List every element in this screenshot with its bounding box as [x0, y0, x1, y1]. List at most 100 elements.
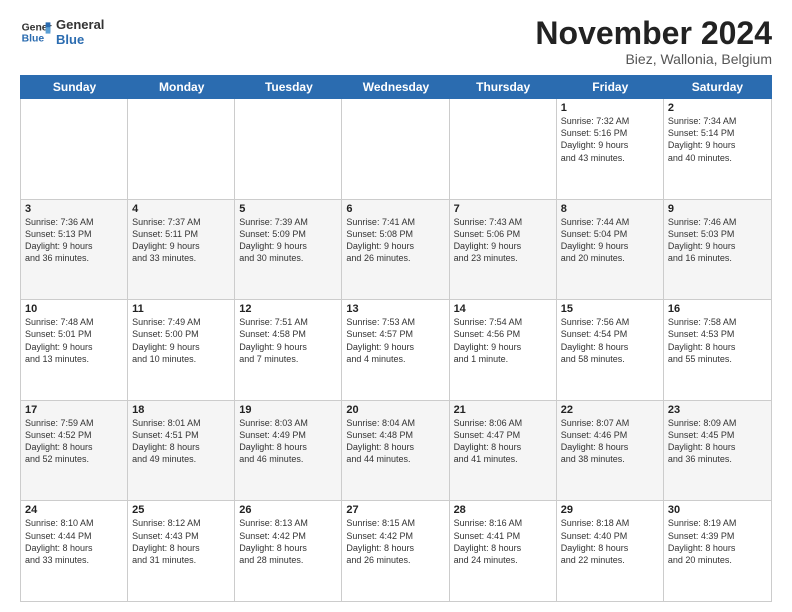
day-number: 24 — [25, 504, 123, 516]
day-info: Sunrise: 7:41 AM Sunset: 5:08 PM Dayligh… — [346, 216, 444, 265]
cal-cell-r2-c0: 10Sunrise: 7:48 AM Sunset: 5:01 PM Dayli… — [21, 300, 128, 400]
day-number: 16 — [668, 303, 767, 315]
header: General Blue General Blue November 2024 … — [20, 16, 772, 67]
day-info: Sunrise: 7:44 AM Sunset: 5:04 PM Dayligh… — [561, 216, 659, 265]
cal-row-1: 3Sunrise: 7:36 AM Sunset: 5:13 PM Daylig… — [21, 200, 771, 301]
calendar-header: Sunday Monday Tuesday Wednesday Thursday… — [20, 75, 772, 99]
cal-cell-r2-c4: 14Sunrise: 7:54 AM Sunset: 4:56 PM Dayli… — [450, 300, 557, 400]
day-number: 27 — [346, 504, 444, 516]
cal-cell-r3-c0: 17Sunrise: 7:59 AM Sunset: 4:52 PM Dayli… — [21, 401, 128, 501]
cal-cell-r0-c5: 1Sunrise: 7:32 AM Sunset: 5:16 PM Daylig… — [557, 99, 664, 199]
day-info: Sunrise: 7:56 AM Sunset: 4:54 PM Dayligh… — [561, 316, 659, 365]
cal-row-3: 17Sunrise: 7:59 AM Sunset: 4:52 PM Dayli… — [21, 401, 771, 502]
cal-cell-r2-c6: 16Sunrise: 7:58 AM Sunset: 4:53 PM Dayli… — [664, 300, 771, 400]
day-number: 26 — [239, 504, 337, 516]
day-info: Sunrise: 7:54 AM Sunset: 4:56 PM Dayligh… — [454, 316, 552, 365]
day-info: Sunrise: 7:32 AM Sunset: 5:16 PM Dayligh… — [561, 115, 659, 164]
cal-cell-r4-c5: 29Sunrise: 8:18 AM Sunset: 4:40 PM Dayli… — [557, 501, 664, 601]
day-info: Sunrise: 7:49 AM Sunset: 5:00 PM Dayligh… — [132, 316, 230, 365]
cal-cell-r3-c3: 20Sunrise: 8:04 AM Sunset: 4:48 PM Dayli… — [342, 401, 449, 501]
day-info: Sunrise: 8:12 AM Sunset: 4:43 PM Dayligh… — [132, 517, 230, 566]
day-info: Sunrise: 8:03 AM Sunset: 4:49 PM Dayligh… — [239, 417, 337, 466]
cal-cell-r2-c2: 12Sunrise: 7:51 AM Sunset: 4:58 PM Dayli… — [235, 300, 342, 400]
cal-cell-r1-c5: 8Sunrise: 7:44 AM Sunset: 5:04 PM Daylig… — [557, 200, 664, 300]
cal-cell-r4-c3: 27Sunrise: 8:15 AM Sunset: 4:42 PM Dayli… — [342, 501, 449, 601]
cal-cell-r3-c4: 21Sunrise: 8:06 AM Sunset: 4:47 PM Dayli… — [450, 401, 557, 501]
logo: General Blue General Blue — [20, 16, 104, 48]
day-number: 28 — [454, 504, 552, 516]
cal-cell-r4-c6: 30Sunrise: 8:19 AM Sunset: 4:39 PM Dayli… — [664, 501, 771, 601]
page: General Blue General Blue November 2024 … — [0, 0, 792, 612]
day-info: Sunrise: 8:18 AM Sunset: 4:40 PM Dayligh… — [561, 517, 659, 566]
day-number: 14 — [454, 303, 552, 315]
day-number: 29 — [561, 504, 659, 516]
cal-row-4: 24Sunrise: 8:10 AM Sunset: 4:44 PM Dayli… — [21, 501, 771, 601]
header-thursday: Thursday — [450, 76, 557, 98]
day-number: 12 — [239, 303, 337, 315]
cal-cell-r2-c1: 11Sunrise: 7:49 AM Sunset: 5:00 PM Dayli… — [128, 300, 235, 400]
cal-cell-r3-c6: 23Sunrise: 8:09 AM Sunset: 4:45 PM Dayli… — [664, 401, 771, 501]
day-number: 15 — [561, 303, 659, 315]
cal-cell-r0-c2 — [235, 99, 342, 199]
cal-row-0: 1Sunrise: 7:32 AM Sunset: 5:16 PM Daylig… — [21, 99, 771, 200]
day-info: Sunrise: 7:46 AM Sunset: 5:03 PM Dayligh… — [668, 216, 767, 265]
day-number: 22 — [561, 404, 659, 416]
cal-cell-r1-c3: 6Sunrise: 7:41 AM Sunset: 5:08 PM Daylig… — [342, 200, 449, 300]
day-info: Sunrise: 8:01 AM Sunset: 4:51 PM Dayligh… — [132, 417, 230, 466]
day-info: Sunrise: 8:15 AM Sunset: 4:42 PM Dayligh… — [346, 517, 444, 566]
cal-cell-r4-c1: 25Sunrise: 8:12 AM Sunset: 4:43 PM Dayli… — [128, 501, 235, 601]
day-number: 4 — [132, 203, 230, 215]
day-info: Sunrise: 7:37 AM Sunset: 5:11 PM Dayligh… — [132, 216, 230, 265]
cal-cell-r0-c0 — [21, 99, 128, 199]
day-number: 2 — [668, 102, 767, 114]
day-number: 18 — [132, 404, 230, 416]
day-info: Sunrise: 7:43 AM Sunset: 5:06 PM Dayligh… — [454, 216, 552, 265]
day-number: 1 — [561, 102, 659, 114]
cal-cell-r0-c1 — [128, 99, 235, 199]
day-number: 8 — [561, 203, 659, 215]
cal-cell-r2-c5: 15Sunrise: 7:56 AM Sunset: 4:54 PM Dayli… — [557, 300, 664, 400]
cal-cell-r1-c2: 5Sunrise: 7:39 AM Sunset: 5:09 PM Daylig… — [235, 200, 342, 300]
day-info: Sunrise: 8:13 AM Sunset: 4:42 PM Dayligh… — [239, 517, 337, 566]
cal-cell-r1-c4: 7Sunrise: 7:43 AM Sunset: 5:06 PM Daylig… — [450, 200, 557, 300]
header-friday: Friday — [557, 76, 664, 98]
subtitle: Biez, Wallonia, Belgium — [535, 51, 772, 67]
day-info: Sunrise: 7:59 AM Sunset: 4:52 PM Dayligh… — [25, 417, 123, 466]
day-info: Sunrise: 7:34 AM Sunset: 5:14 PM Dayligh… — [668, 115, 767, 164]
main-title: November 2024 — [535, 16, 772, 51]
cal-cell-r1-c0: 3Sunrise: 7:36 AM Sunset: 5:13 PM Daylig… — [21, 200, 128, 300]
calendar: Sunday Monday Tuesday Wednesday Thursday… — [20, 75, 772, 602]
day-info: Sunrise: 7:51 AM Sunset: 4:58 PM Dayligh… — [239, 316, 337, 365]
calendar-body: 1Sunrise: 7:32 AM Sunset: 5:16 PM Daylig… — [20, 99, 772, 602]
day-number: 21 — [454, 404, 552, 416]
day-number: 25 — [132, 504, 230, 516]
day-number: 19 — [239, 404, 337, 416]
day-number: 7 — [454, 203, 552, 215]
day-info: Sunrise: 7:36 AM Sunset: 5:13 PM Dayligh… — [25, 216, 123, 265]
cal-cell-r3-c2: 19Sunrise: 8:03 AM Sunset: 4:49 PM Dayli… — [235, 401, 342, 501]
cal-cell-r4-c0: 24Sunrise: 8:10 AM Sunset: 4:44 PM Dayli… — [21, 501, 128, 601]
day-info: Sunrise: 8:07 AM Sunset: 4:46 PM Dayligh… — [561, 417, 659, 466]
day-info: Sunrise: 7:53 AM Sunset: 4:57 PM Dayligh… — [346, 316, 444, 365]
day-number: 3 — [25, 203, 123, 215]
svg-text:Blue: Blue — [22, 34, 45, 45]
title-block: November 2024 Biez, Wallonia, Belgium — [535, 16, 772, 67]
day-info: Sunrise: 7:48 AM Sunset: 5:01 PM Dayligh… — [25, 316, 123, 365]
day-info: Sunrise: 8:09 AM Sunset: 4:45 PM Dayligh… — [668, 417, 767, 466]
cal-cell-r0-c6: 2Sunrise: 7:34 AM Sunset: 5:14 PM Daylig… — [664, 99, 771, 199]
cal-cell-r3-c1: 18Sunrise: 8:01 AM Sunset: 4:51 PM Dayli… — [128, 401, 235, 501]
cal-cell-r1-c1: 4Sunrise: 7:37 AM Sunset: 5:11 PM Daylig… — [128, 200, 235, 300]
day-info: Sunrise: 7:58 AM Sunset: 4:53 PM Dayligh… — [668, 316, 767, 365]
day-number: 13 — [346, 303, 444, 315]
cal-row-2: 10Sunrise: 7:48 AM Sunset: 5:01 PM Dayli… — [21, 300, 771, 401]
day-info: Sunrise: 8:10 AM Sunset: 4:44 PM Dayligh… — [25, 517, 123, 566]
day-info: Sunrise: 8:06 AM Sunset: 4:47 PM Dayligh… — [454, 417, 552, 466]
day-info: Sunrise: 7:39 AM Sunset: 5:09 PM Dayligh… — [239, 216, 337, 265]
cal-cell-r0-c3 — [342, 99, 449, 199]
day-info: Sunrise: 8:19 AM Sunset: 4:39 PM Dayligh… — [668, 517, 767, 566]
cal-cell-r4-c2: 26Sunrise: 8:13 AM Sunset: 4:42 PM Dayli… — [235, 501, 342, 601]
day-number: 30 — [668, 504, 767, 516]
day-number: 23 — [668, 404, 767, 416]
day-number: 10 — [25, 303, 123, 315]
day-number: 6 — [346, 203, 444, 215]
